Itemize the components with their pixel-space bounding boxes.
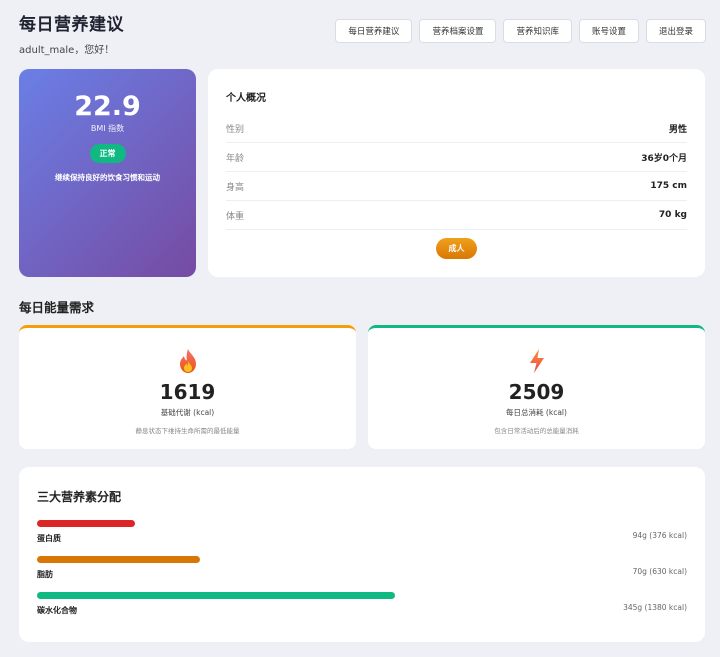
- fire-icon: [19, 348, 356, 374]
- profile-row-gender: 性别 男性: [226, 114, 687, 143]
- macro-amount: 70g (630 kcal): [632, 567, 687, 576]
- bmi-value: 22.9: [74, 91, 141, 122]
- bmr-card: 1619 基础代谢 (kcal) 静息状态下维持生命所需的最低能量: [19, 325, 356, 449]
- profile-key: 性别: [226, 124, 245, 135]
- profile-row-weight: 体重 70 kg: [226, 201, 687, 230]
- profile-title: 个人概况: [226, 93, 266, 104]
- macro-name: 碳水化合物: [37, 606, 77, 615]
- profile-summary-card: 个人概况 性别 男性 年龄 36岁0个月 身高 175 cm 体重 70 kg …: [208, 69, 705, 277]
- tdee-value: 2509: [508, 380, 565, 404]
- user-greeting: adult_male，您好！: [19, 45, 115, 56]
- top-nav: 每日营养建议 营养档案设置 营养知识库 账号设置 退出登录: [335, 19, 706, 43]
- macro-name: 脂肪: [37, 570, 53, 579]
- profile-row-height: 身高 175 cm: [226, 172, 687, 201]
- bmr-value: 1619: [159, 380, 216, 404]
- page-title: 每日营养建议: [19, 15, 124, 35]
- profile-value: 70 kg: [658, 210, 687, 220]
- logout-button[interactable]: 退出登录: [645, 19, 706, 43]
- profile-key: 身高: [226, 182, 245, 193]
- nav-account-settings-button[interactable]: 账号设置: [578, 19, 639, 43]
- nav-knowledge-base-button[interactable]: 营养知识库: [503, 19, 572, 43]
- tdee-card: 2509 每日总消耗 (kcal) 包含日常活动后的总能量消耗: [368, 325, 705, 449]
- bmi-label: BMI 指数: [90, 124, 125, 133]
- page-header: 每日营养建议 adult_male，您好！: [19, 10, 124, 56]
- profile-row-age: 年龄 36岁0个月: [226, 143, 687, 172]
- macronutrient-title: 三大营养素分配: [37, 490, 122, 504]
- macro-amount: 345g (1380 kcal): [623, 603, 687, 612]
- protein-bar: [37, 520, 135, 527]
- carbs-bar: [37, 592, 395, 599]
- profile-value: 男性: [668, 124, 687, 135]
- macro-name: 蛋白质: [37, 534, 61, 543]
- lightning-icon: [368, 348, 705, 374]
- macro-item-fat: 脂肪 70g (630 kcal): [37, 556, 687, 592]
- bmi-card: 22.9 BMI 指数 正常 继续保持良好的饮食习惯和运动: [19, 69, 196, 277]
- bmr-label: 基础代谢 (kcal): [160, 408, 215, 417]
- profile-key: 年龄: [226, 153, 245, 164]
- bmi-advice: 继续保持良好的饮食习惯和运动: [55, 173, 160, 182]
- nav-daily-nutrition-button[interactable]: 每日营养建议: [335, 19, 413, 43]
- profile-key: 体重: [226, 211, 245, 222]
- tdee-description: 包含日常活动后的总能量消耗: [494, 427, 579, 435]
- macro-item-protein: 蛋白质 94g (376 kcal): [37, 520, 687, 556]
- bmr-description: 静息状态下维持生命所需的最低能量: [135, 427, 240, 435]
- macro-item-carbs: 碳水化合物 345g (1380 kcal): [37, 592, 687, 628]
- profile-value: 175 cm: [650, 181, 687, 191]
- energy-section-title: 每日能量需求: [19, 300, 95, 315]
- macronutrient-card: 三大营养素分配 蛋白质 94g (376 kcal) 脂肪 70g (630 k…: [19, 467, 705, 642]
- bmi-status-badge: 正常: [89, 144, 126, 163]
- life-stage-badge: 成人: [436, 238, 477, 259]
- profile-value: 36岁0个月: [641, 153, 687, 164]
- macro-amount: 94g (376 kcal): [632, 531, 687, 540]
- nav-profile-settings-button[interactable]: 营养档案设置: [419, 19, 497, 43]
- fat-bar: [37, 556, 200, 563]
- tdee-label: 每日总消耗 (kcal): [506, 408, 567, 417]
